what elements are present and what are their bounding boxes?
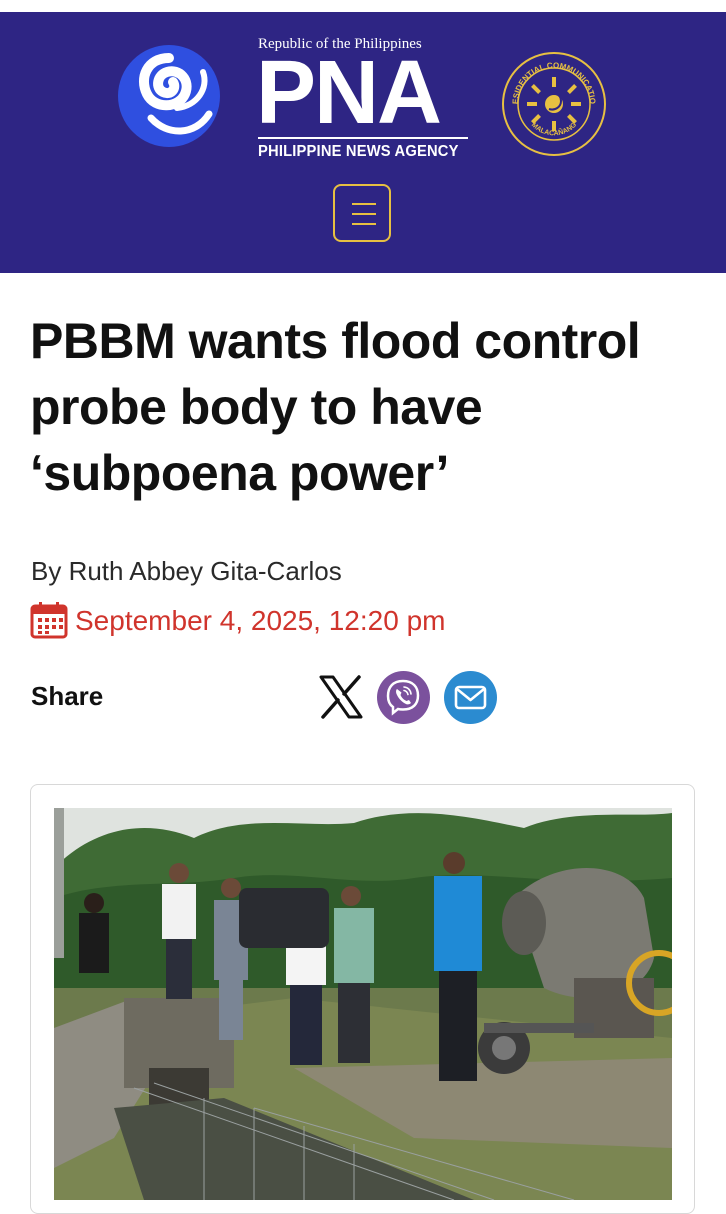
hamburger-menu-icon-bar <box>352 223 376 225</box>
x-twitter-icon[interactable] <box>317 673 365 721</box>
top-margin <box>0 0 726 12</box>
article-headline: PBBM wants flood control probe body to h… <box>30 313 641 501</box>
article-date-text: September 4, 2025, 12:20 pm <box>75 605 446 636</box>
article-byline: By Ruth Abbey Gita-Carlos <box>31 556 342 586</box>
email-icon[interactable] <box>444 671 497 724</box>
pna-swirl-logo[interactable] <box>117 44 221 148</box>
calendar-icon <box>30 602 68 639</box>
logo-subtitle: PHILIPPINE NEWS AGENCY <box>258 143 459 160</box>
logo-divider <box>258 137 468 139</box>
presidential-communications-seal: PRESIDENTIAL COMMUNICATIONS MALACAÑANG <box>501 51 606 156</box>
site-header: Republic of the Philippines PNA PHILIPPI… <box>0 12 726 273</box>
hamburger-menu-icon-bar <box>352 213 376 215</box>
menu-button[interactable] <box>333 184 391 242</box>
hamburger-menu-icon <box>352 203 376 205</box>
share-label: Share <box>31 681 104 711</box>
viber-icon[interactable] <box>377 671 430 724</box>
article-photo[interactable] <box>54 808 672 1200</box>
logo-wordmark[interactable]: PNA <box>256 48 442 138</box>
